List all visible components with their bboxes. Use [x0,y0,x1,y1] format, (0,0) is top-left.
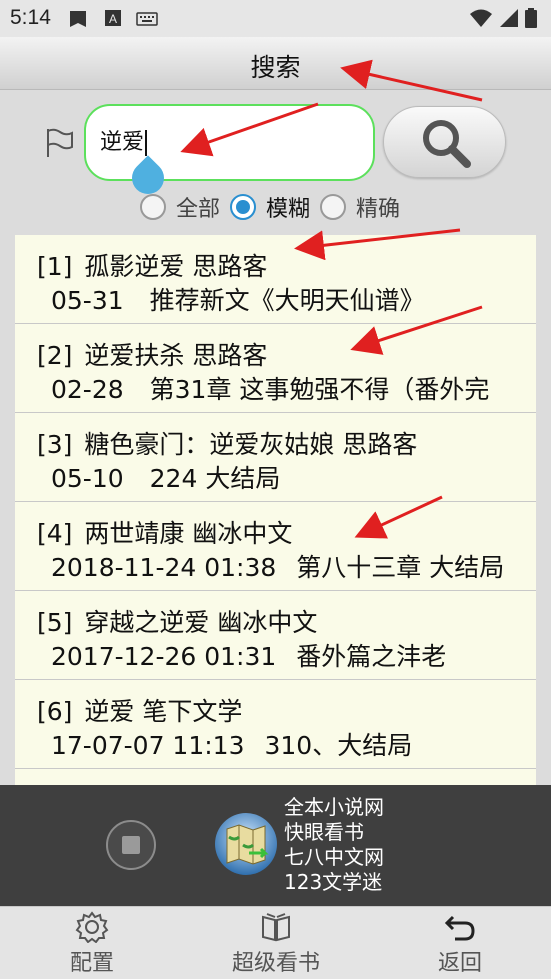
result-index: [1] [37,252,73,281]
radio-all-circle[interactable] [140,194,166,220]
nav-back[interactable]: 返回 [434,911,486,977]
list-item[interactable]: [1] 孤影逆爱 思路客 05-31 推荐新文《大明天仙谱》 [15,235,536,324]
result-title: 孤影逆爱 思路客 [84,252,268,281]
nav-super-reading-label: 超级看书 [231,951,320,976]
list-item[interactable]: [3] 糖色豪门：逆爱灰姑娘 思路客 05-10 224 大结局 [15,413,536,502]
result-date: 2017-12-26 01:31 [51,642,277,671]
result-latest-line: 02-28 第31章 这事勉强不得（番外完 [51,370,489,406]
result-date: 05-31 [51,286,124,315]
radio-exact[interactable]: 精确 [320,191,400,223]
result-title-line: [2] 逆爱扶杀 思路客 [37,336,267,372]
gear-icon [75,911,109,943]
match-mode-options: 全部 模糊 精确 [140,192,410,222]
radio-fuzzy[interactable]: 模糊 [230,191,310,223]
search-input[interactable]: 逆爱 [84,104,375,181]
book-icon [262,913,290,942]
status-time: 5:14 [10,6,51,29]
result-title: 逆爱 笔下文学 [84,697,243,726]
battery-icon [525,8,537,28]
result-title: 两世靖康 幽冰中文 [84,519,293,548]
text-caret [145,130,148,156]
page-title: 搜索 [250,53,301,82]
radio-exact-label: 精确 [356,197,401,222]
magnifier-icon [423,120,471,168]
result-latest-line: 05-31 推荐新文《大明天仙谱》 [51,281,425,317]
keyboard-notification-icon [136,12,158,26]
result-date: 05-10 [51,464,124,493]
map-book-app-icon[interactable] [213,811,279,877]
search-area: 逆爱 全部 模糊 精确 [0,90,551,235]
wifi-icon [470,9,492,27]
result-latest-chapter: 第31章 这事勉强不得（番外完 [149,375,490,404]
nav-back-label: 返回 [437,951,482,976]
radio-all-label: 全部 [176,197,221,222]
list-item[interactable]: [6] 逆爱 笔下文学 17-07-07 11:13 310、大结局 [15,680,536,769]
status-bar: 5:14 A [0,0,551,37]
search-input-value: 逆爱 [100,130,145,155]
result-latest-line: 17-07-07 11:13 310、大结局 [51,726,412,762]
bottom-navigation: 配置 超级看书 返回 [0,906,551,979]
result-latest-line: 2018-11-24 01:38 第八十三章 大结局 [51,548,504,584]
result-latest-chapter: 224 大结局 [149,464,281,493]
result-latest-chapter: 推荐新文《大明天仙谱》 [149,286,425,315]
nav-super-reading[interactable]: 超级看书 [224,911,328,977]
source-site-list: 全本小说网 快眼看书 七八中文网 123文学迷 [284,795,384,895]
result-index: [3] [37,430,73,459]
search-button[interactable] [383,106,506,178]
result-title-line: [4] 两世靖康 幽冰中文 [37,514,292,550]
result-title-line: [5] 穿越之逆爱 幽冰中文 [37,603,317,639]
flag-icon[interactable] [44,127,76,159]
stop-button[interactable] [106,820,156,870]
result-date: 2018-11-24 01:38 [51,553,277,582]
audio-player-panel: 全本小说网 快眼看书 七八中文网 123文学迷 [0,785,551,906]
result-latest-chapter: 310、大结局 [264,731,413,760]
result-index: [2] [37,341,73,370]
signal-icon [500,9,518,27]
result-latest-line: 05-10 224 大结局 [51,459,280,495]
list-item[interactable]: [5] 穿越之逆爱 幽冰中文 2017-12-26 01:31 番外篇之沣老 [15,591,536,680]
bookmark-notification-icon [70,11,86,27]
title-bar: 搜索 [0,37,551,90]
nav-settings-label: 配置 [69,951,114,976]
radio-fuzzy-label: 模糊 [266,197,311,222]
keyboard-a-notification-icon: A [105,10,121,26]
result-latest-chapter: 番外篇之沣老 [296,642,447,671]
list-item[interactable]: [4] 两世靖康 幽冰中文 2018-11-24 01:38 第八十三章 大结局 [15,502,536,591]
list-item-partial[interactable] [15,769,536,785]
source-site: 123文学迷 [284,870,383,894]
status-indicators [469,8,537,28]
result-title: 糖色豪门：逆爱灰姑娘 思路客 [84,430,418,459]
result-date: 17-07-07 11:13 [51,731,245,760]
source-site: 七八中文网 [284,845,384,869]
radio-all[interactable]: 全部 [140,191,220,223]
source-site: 快眼看书 [284,820,364,844]
nav-settings[interactable]: 配置 [66,911,118,977]
result-index: [6] [37,697,73,726]
result-title: 逆爱扶杀 思路客 [84,341,268,370]
result-title-line: [1] 孤影逆爱 思路客 [37,247,267,283]
source-site: 全本小说网 [284,795,384,819]
list-item[interactable]: [2] 逆爱扶杀 思路客 02-28 第31章 这事勉强不得（番外完 [15,324,536,413]
result-title: 穿越之逆爱 幽冰中文 [84,608,318,637]
result-title-line: [6] 逆爱 笔下文学 [37,692,242,728]
radio-fuzzy-circle[interactable] [230,194,257,220]
search-results-list[interactable]: [1] 孤影逆爱 思路客 05-31 推荐新文《大明天仙谱》 [2] 逆爱扶杀 思路客… [15,235,536,785]
result-index: [5] [37,608,73,637]
result-date: 02-28 [51,375,124,404]
radio-exact-circle[interactable] [320,194,347,220]
result-latest-line: 2017-12-26 01:31 番外篇之沣老 [51,637,446,673]
svg-text:A: A [109,12,117,26]
back-arrow-icon [444,915,475,941]
result-latest-chapter: 第八十三章 大结局 [296,553,505,582]
result-title-line: [3] 糖色豪门：逆爱灰姑娘 思路客 [37,425,417,461]
result-index: [4] [37,519,73,548]
